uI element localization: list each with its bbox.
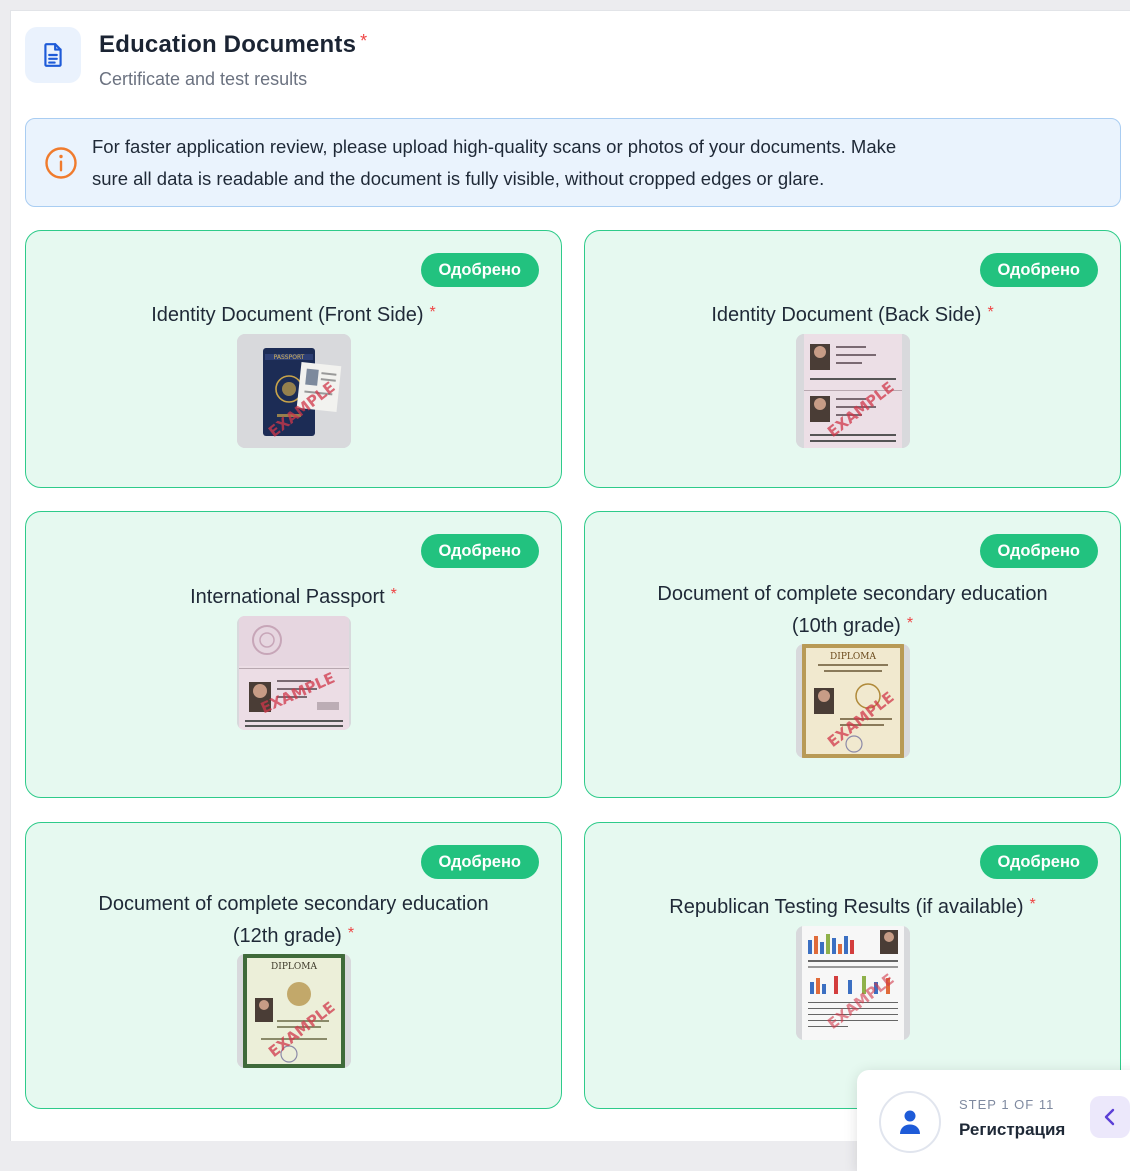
- user-icon: [879, 1091, 941, 1153]
- document-card-secondary-education-12[interactable]: Одобрено Document of complete secondary …: [25, 822, 562, 1109]
- passport-cover-example-image[interactable]: PASSPORT EXAMPLE: [237, 334, 351, 448]
- card-title: Document of complete secondary education…: [98, 893, 489, 947]
- chevron-left-icon[interactable]: [1090, 1096, 1130, 1138]
- document-card-id-back[interactable]: Одобрено Identity Document (Back Side)*: [584, 230, 1121, 488]
- status-badge: Одобрено: [420, 253, 539, 287]
- status-badge: Одобрено: [979, 534, 1098, 568]
- document-card-secondary-education-10[interactable]: Одобрено Document of complete secondary …: [584, 511, 1121, 798]
- status-badge: Одобрено: [420, 534, 539, 568]
- card-title: Republican Testing Results (if available…: [669, 896, 1036, 918]
- step-name: Регистрация: [959, 1120, 1066, 1139]
- svg-text:PASSPORT: PASSPORT: [274, 354, 305, 361]
- notice-line-1: For faster application review, please up…: [92, 135, 897, 157]
- notice-line-2: sure all data is readable and the docume…: [92, 167, 825, 189]
- status-badge: Одобрено: [979, 253, 1098, 287]
- card-title: Identity Document (Front Side) *: [151, 304, 436, 326]
- section-subtitle: Certificate and test results: [99, 69, 308, 89]
- diploma-example-image[interactable]: DIPLOMA EXAMPLE: [796, 644, 910, 758]
- card-title: International Passport *: [190, 586, 397, 608]
- card-title: Document of complete secondary education…: [657, 583, 1048, 637]
- upload-notice: For faster application review, please up…: [25, 118, 1121, 207]
- document-card-international-passport[interactable]: Одобрено International Passport * EXAMPLE: [25, 511, 562, 798]
- test-results-example-image[interactable]: EXAMPLE: [796, 926, 910, 1040]
- step-count: STEP 1 OF 11: [959, 1097, 1055, 1112]
- svg-text:DIPLOMA: DIPLOMA: [830, 652, 876, 662]
- document-card-id-front[interactable]: Одобрено Identity Document (Front Side) *…: [25, 230, 562, 488]
- status-badge: Одобрено: [979, 845, 1098, 879]
- step-indicator: STEP 1 OF 11 Регистрация: [857, 1070, 1130, 1171]
- svg-text:DIPLOMA: DIPLOMA: [271, 962, 317, 972]
- section-header: Education Documents * Certificate and tes…: [25, 27, 367, 90]
- education-documents-panel: Education Documents * Certificate and tes…: [10, 10, 1130, 1141]
- status-badge: Одобрено: [420, 845, 539, 879]
- section-title: Education Documents *: [99, 31, 368, 58]
- info-icon: [45, 146, 77, 179]
- document-icon: [25, 27, 81, 83]
- diploma-example-image[interactable]: DIPLOMA EXAMPLE: [237, 954, 351, 1068]
- document-card-republican-testing[interactable]: Одобрено Republican Testing Results (if …: [584, 822, 1121, 1109]
- notice-text: For faster application review, please up…: [92, 131, 896, 195]
- international-passport-example-image[interactable]: EXAMPLE: [237, 616, 351, 730]
- card-title: Identity Document (Back Side) *: [711, 304, 994, 326]
- passport-pages-example-image[interactable]: EXAMPLE: [796, 334, 910, 448]
